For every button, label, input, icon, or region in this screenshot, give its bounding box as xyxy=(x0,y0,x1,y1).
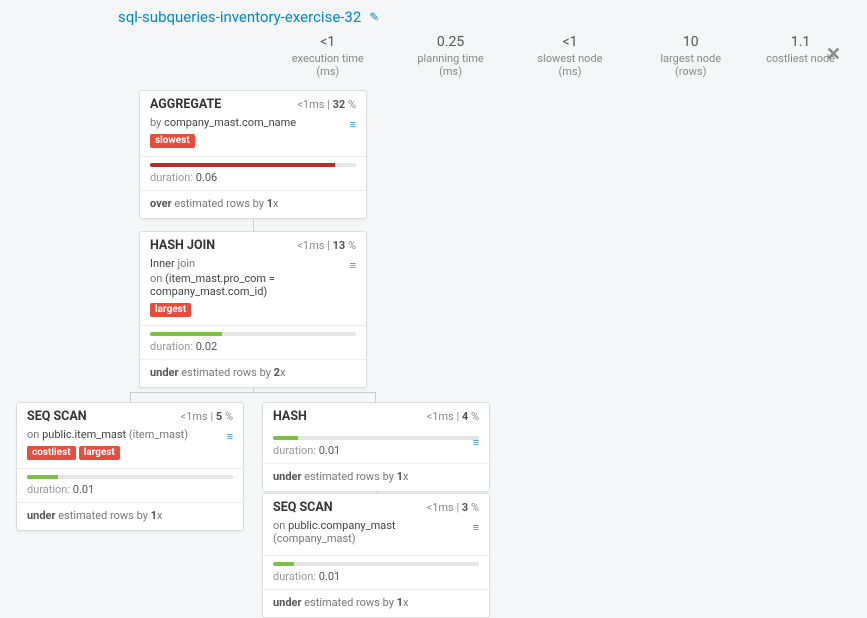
stat-label: largest node (rows) xyxy=(643,52,738,78)
edit-icon[interactable]: ✎ xyxy=(369,10,379,24)
stat-value: <1 xyxy=(525,34,616,50)
stat-largest-node: 10 largest node (rows) xyxy=(629,34,752,78)
node-title: HASH JOIN xyxy=(150,238,215,253)
plan-node-hash[interactable]: HASH <1ms | 4 % ≡ duration: 0.01 under e… xyxy=(262,402,490,492)
stat-value: 1.1 xyxy=(766,34,835,50)
estimate-row: under estimated rows by 1x xyxy=(263,590,489,617)
stat-label: execution time (ms) xyxy=(279,52,377,78)
duration-row: duration: 0.01 xyxy=(17,479,243,503)
node-title: SEQ SCAN xyxy=(27,409,87,424)
node-detail: on (item_mast.pro_com = company_mast.com… xyxy=(150,272,330,298)
plan-title-row: sql-subqueries-inventory-exercise-32 ✎ xyxy=(118,8,379,26)
estimate-row: over estimated rows by 1x xyxy=(140,191,366,218)
node-detail: on public.company_mast (company_mast) xyxy=(273,519,453,545)
plan-node-aggregate[interactable]: AGGREGATE <1ms | 32 % by company_mast.co… xyxy=(139,90,367,219)
node-title: HASH xyxy=(273,409,307,424)
node-time-pct: <1ms | 5 % xyxy=(181,410,233,423)
disk-icon[interactable]: ≡ xyxy=(227,430,233,443)
duration-bar xyxy=(150,332,356,336)
duration-row: duration: 0.01 xyxy=(263,440,489,464)
badge-costliest: costliest xyxy=(27,446,76,460)
duration-row: duration: 0.02 xyxy=(140,336,366,360)
plan-title: sql-subqueries-inventory-exercise-32 xyxy=(118,8,361,26)
stat-value: 10 xyxy=(643,34,738,50)
duration-bar xyxy=(27,475,233,479)
stat-value: <1 xyxy=(279,34,377,50)
close-icon[interactable]: ✕ xyxy=(826,44,841,65)
plan-node-hash-join[interactable]: HASH JOIN <1ms | 13 % Inner join on (ite… xyxy=(139,231,367,388)
estimate-row: under estimated rows by 2x xyxy=(140,360,366,387)
disk-icon[interactable]: ≡ xyxy=(350,118,356,131)
stat-label: costliest node xyxy=(766,52,835,65)
plan-node-seq-scan-item[interactable]: SEQ SCAN <1ms | 5 % on public.item_mast … xyxy=(16,402,244,531)
node-time-pct: <1ms | 4 % xyxy=(427,410,479,423)
duration-bar xyxy=(150,163,356,167)
duration-row: duration: 0.06 xyxy=(140,167,366,191)
badge-largest: largest xyxy=(150,303,191,317)
disk-icon[interactable]: ≡ xyxy=(350,259,356,272)
badge-largest: largest xyxy=(79,446,120,460)
badge-slowest: slowest xyxy=(150,134,195,148)
summary-stats: <1 execution time (ms) 0.25 planning tim… xyxy=(265,34,849,78)
node-time-pct: <1ms | 32 % xyxy=(297,98,356,111)
node-time-pct: <1ms | 13 % xyxy=(297,239,356,252)
stat-value: 0.25 xyxy=(405,34,497,50)
node-detail: Inner join xyxy=(150,257,356,270)
node-time-pct: <1ms | 3 % xyxy=(427,501,479,514)
stat-label: slowest node (ms) xyxy=(525,52,616,78)
duration-row: duration: 0.01 xyxy=(263,566,489,590)
duration-bar xyxy=(273,436,479,440)
stat-slowest-node: <1 slowest node (ms) xyxy=(511,34,630,78)
estimate-row: under estimated rows by 1x xyxy=(263,464,489,491)
node-title: SEQ SCAN xyxy=(273,500,333,515)
stat-execution-time: <1 execution time (ms) xyxy=(265,34,391,78)
stat-label: planning time (ms) xyxy=(405,52,497,78)
estimate-row: under estimated rows by 1x xyxy=(17,503,243,530)
duration-bar xyxy=(273,562,479,566)
disk-icon[interactable]: ≡ xyxy=(473,521,479,534)
connector-tee xyxy=(130,392,376,402)
plan-node-seq-scan-company[interactable]: SEQ SCAN <1ms | 3 % on public.company_ma… xyxy=(262,493,490,618)
node-detail: on public.item_mast (item_mast) xyxy=(27,428,233,441)
node-detail: by company_mast.com_name xyxy=(150,116,356,129)
node-title: AGGREGATE xyxy=(150,97,221,112)
stat-planning-time: 0.25 planning time (ms) xyxy=(391,34,511,78)
